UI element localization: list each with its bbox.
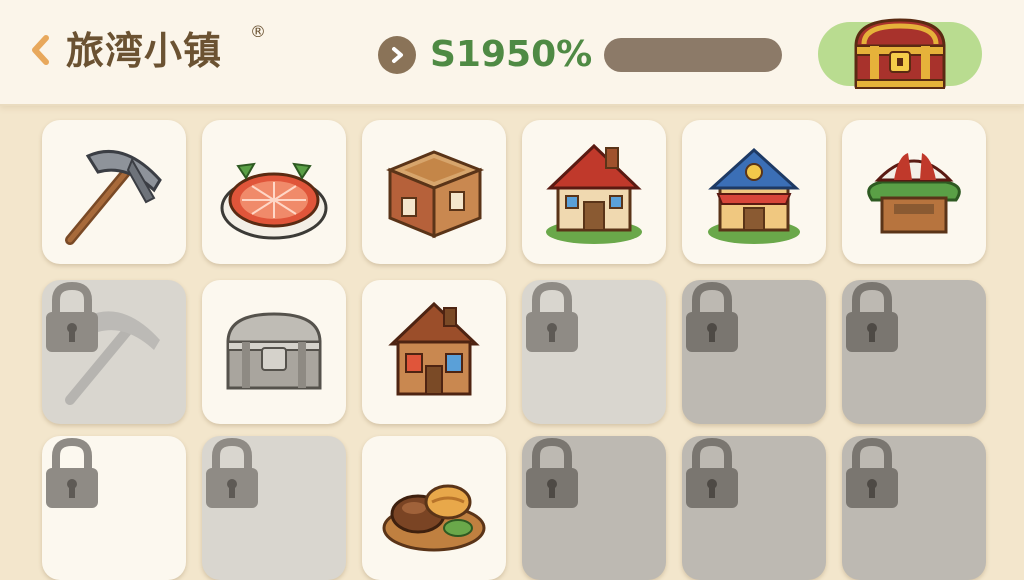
tile-silver-chest[interactable] (202, 280, 346, 424)
lock-icon (846, 437, 898, 508)
lock-icon (206, 437, 258, 508)
progress-bar (604, 38, 782, 72)
tile-blue-roof-shop[interactable] (682, 120, 826, 264)
lock-icon (526, 281, 578, 352)
top-bar: 旅湾小镇 ® S1950% (0, 0, 1024, 106)
chevron-right-icon (392, 47, 403, 63)
lock-icon (686, 437, 738, 508)
brown-house-icon (388, 301, 480, 396)
blue-roof-shop-icon (708, 147, 800, 244)
lock-icon (686, 281, 738, 352)
lock-icon (46, 437, 98, 508)
tile-locked-item-1[interactable] (42, 436, 186, 580)
tile-locked-item-2[interactable] (202, 436, 346, 580)
tile-locked-pickaxe[interactable] (42, 280, 186, 424)
tile-brown-house[interactable] (362, 280, 506, 424)
tile-red-roof-cottage[interactable] (522, 120, 666, 264)
tile-locked-house[interactable] (522, 280, 666, 424)
pickaxe-icon (65, 149, 162, 245)
tile-locked-shop[interactable] (682, 280, 826, 424)
silver-chest-icon (226, 312, 322, 390)
lock-icon (526, 437, 578, 508)
bread-icon (382, 484, 486, 552)
lock-icon (46, 281, 98, 352)
registered-mark: ® (250, 22, 266, 41)
tile-bread-and-pastry[interactable] (362, 436, 506, 580)
chevron-left-icon (32, 35, 49, 65)
striped-market-stall-icon (867, 153, 961, 234)
treasure-chest-icon (854, 18, 946, 89)
tile-grapefruit-plate[interactable] (202, 120, 346, 264)
tile-locked-house-2[interactable] (522, 436, 666, 580)
reward-chest-button[interactable] (818, 18, 982, 89)
roofless-house-icon (386, 150, 485, 239)
tile-locked-market-stall-2[interactable] (842, 436, 986, 580)
tile-locked-market-stall[interactable] (842, 280, 986, 424)
lock-icon (846, 281, 898, 352)
currency-amount: S1950% (430, 34, 593, 75)
tile-roofless-house[interactable] (362, 120, 506, 264)
grapefruit-plate-icon (220, 162, 328, 240)
tile-striped-market-stall[interactable] (842, 120, 986, 264)
go-button[interactable] (378, 36, 416, 74)
back-button[interactable] (24, 30, 56, 70)
building-grid (42, 120, 988, 580)
red-roof-cottage-icon (546, 143, 642, 244)
tile-locked-shop-2[interactable] (682, 436, 826, 580)
game-title: 旅湾小镇 (66, 29, 223, 73)
tile-pickaxe[interactable] (42, 120, 186, 264)
